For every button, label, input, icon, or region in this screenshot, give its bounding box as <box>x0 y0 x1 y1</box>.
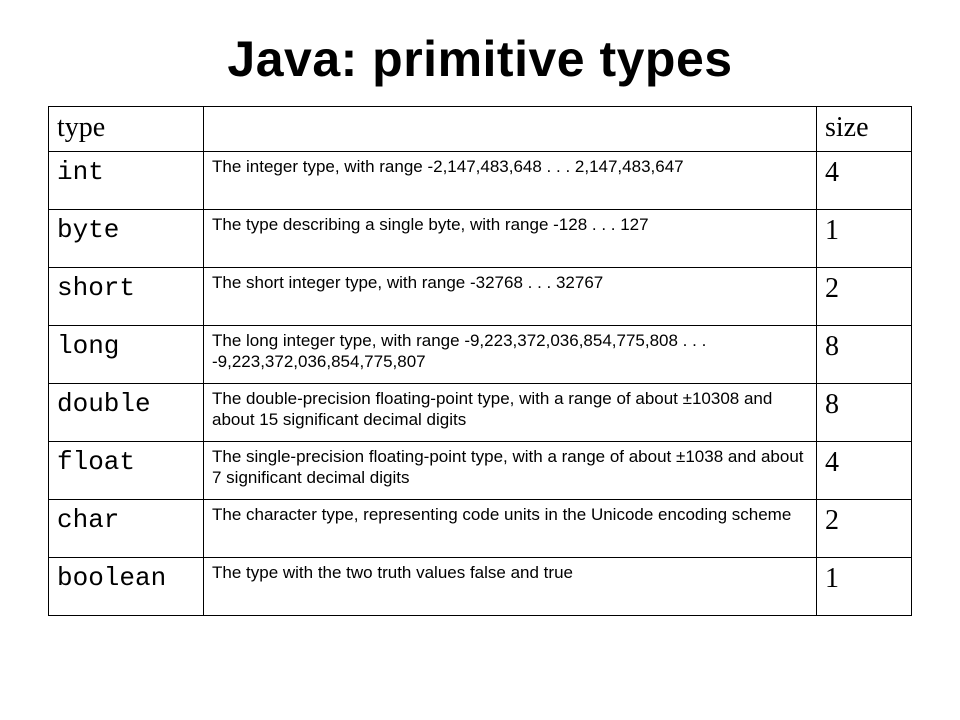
page-title: Java: primitive types <box>48 30 912 88</box>
primitive-types-table: type size int The integer type, with ran… <box>48 106 912 616</box>
table-row: byte The type describing a single byte, … <box>49 209 912 267</box>
table-row: float The single-precision floating-poin… <box>49 441 912 499</box>
header-type: type <box>49 107 204 152</box>
cell-type: float <box>49 441 204 499</box>
cell-desc: The character type, representing code un… <box>204 499 817 557</box>
table-header-row: type size <box>49 107 912 152</box>
cell-desc: The integer type, with range -2,147,483,… <box>204 151 817 209</box>
cell-desc: The single-precision floating-point type… <box>204 441 817 499</box>
cell-type: short <box>49 267 204 325</box>
header-size: size <box>817 107 912 152</box>
cell-desc: The type describing a single byte, with … <box>204 209 817 267</box>
table-row: int The integer type, with range -2,147,… <box>49 151 912 209</box>
cell-type: double <box>49 383 204 441</box>
cell-size: 2 <box>817 499 912 557</box>
cell-desc: The type with the two truth values false… <box>204 557 817 615</box>
cell-size: 4 <box>817 441 912 499</box>
cell-desc: The short integer type, with range -3276… <box>204 267 817 325</box>
table-row: long The long integer type, with range -… <box>49 325 912 383</box>
cell-size: 4 <box>817 151 912 209</box>
cell-size: 8 <box>817 383 912 441</box>
cell-desc: The long integer type, with range -9,223… <box>204 325 817 383</box>
cell-type: long <box>49 325 204 383</box>
slide: Java: primitive types type size int The … <box>0 0 960 720</box>
cell-type: boolean <box>49 557 204 615</box>
cell-size: 8 <box>817 325 912 383</box>
cell-type: byte <box>49 209 204 267</box>
cell-type: char <box>49 499 204 557</box>
table-row: double The double-precision floating-poi… <box>49 383 912 441</box>
cell-size: 1 <box>817 209 912 267</box>
table-row: short The short integer type, with range… <box>49 267 912 325</box>
table-row: boolean The type with the two truth valu… <box>49 557 912 615</box>
table-row: char The character type, representing co… <box>49 499 912 557</box>
header-description <box>204 107 817 152</box>
cell-desc: The double-precision floating-point type… <box>204 383 817 441</box>
cell-type: int <box>49 151 204 209</box>
cell-size: 2 <box>817 267 912 325</box>
cell-size: 1 <box>817 557 912 615</box>
